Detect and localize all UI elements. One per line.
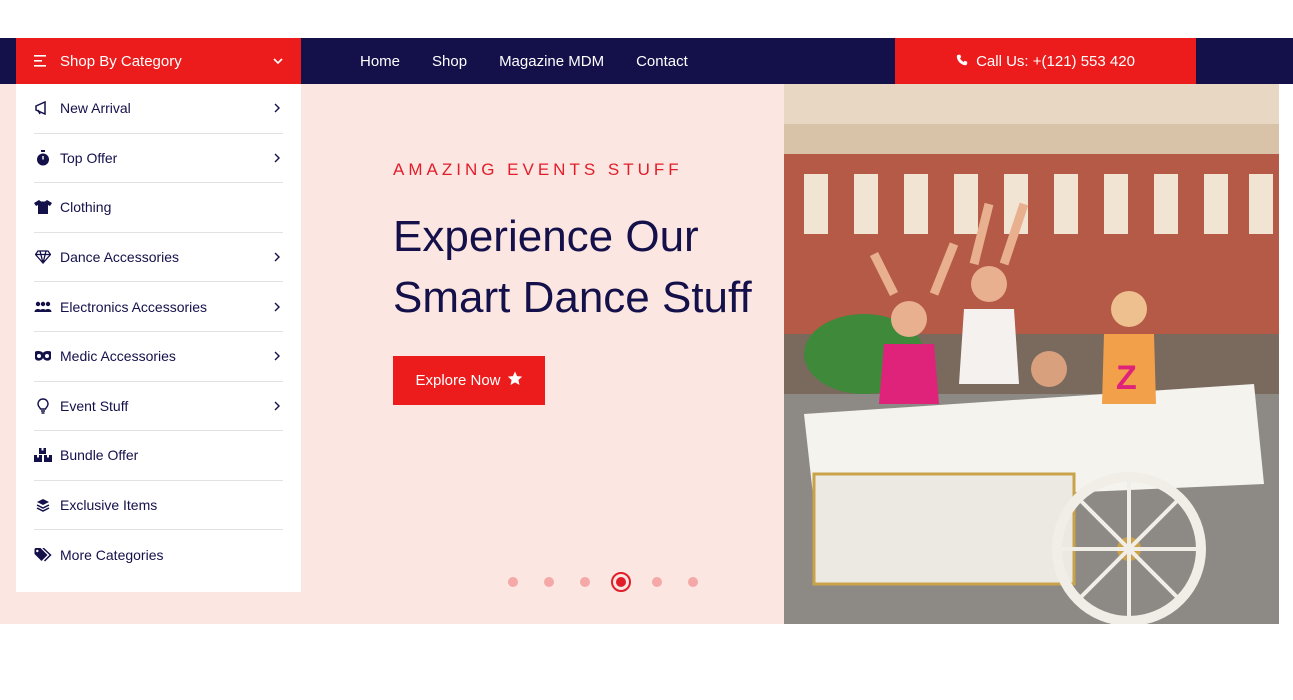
slider-dot-1[interactable]: [508, 577, 518, 587]
phone-icon: [956, 53, 968, 70]
hero-eyebrow: AMAZING EVENTS STUFF: [393, 160, 683, 179]
svg-text:Z: Z: [1116, 359, 1137, 397]
category-label: Top Offer: [60, 149, 118, 166]
tags-icon: [34, 546, 52, 564]
call-us-label: Call Us: +(121) 553 420: [976, 52, 1135, 70]
chevron-right-icon: [271, 152, 283, 164]
slider-dot-5[interactable]: [652, 577, 662, 587]
chevron-right-icon: [271, 400, 283, 412]
category-item-medic-accessories[interactable]: Medic Accessories: [34, 332, 283, 382]
explore-now-button[interactable]: Explore Now: [393, 356, 545, 405]
category-item-new-arrival[interactable]: New Arrival: [34, 84, 283, 134]
chevron-right-icon: [271, 102, 283, 114]
nav-link-contact[interactable]: Contact: [636, 53, 688, 70]
shop-by-category-toggle[interactable]: Shop By Category: [16, 38, 301, 84]
mask-icon: [34, 347, 52, 365]
nav-link-home[interactable]: Home: [360, 53, 400, 70]
users-icon: [34, 298, 52, 316]
category-item-electronics-accessories[interactable]: Electronics Accessories: [34, 282, 283, 332]
category-item-dance-accessories[interactable]: Dance Accessories: [34, 233, 283, 283]
star-icon: [507, 371, 523, 390]
lightbulb-icon: [34, 397, 52, 415]
category-item-event-stuff[interactable]: Event Stuff: [34, 382, 283, 432]
slider-pagination: [508, 572, 698, 592]
nav-link-magazine[interactable]: Magazine MDM: [499, 53, 604, 70]
page: Shop By Category Home Shop Magazine MDM …: [0, 0, 1293, 700]
category-menu: New Arrival Top Offer Clothing Dance Acc…: [16, 84, 301, 592]
chevron-right-icon: [271, 251, 283, 263]
stopwatch-icon: [34, 149, 52, 167]
category-label: More Categories: [60, 547, 164, 564]
primary-nav: Home Shop Magazine MDM Contact: [360, 38, 688, 84]
category-label: Medic Accessories: [60, 348, 176, 365]
hero-image: Z: [784, 84, 1279, 624]
explore-now-label: Explore Now: [415, 372, 501, 389]
category-label: New Arrival: [60, 100, 131, 117]
category-label: Dance Accessories: [60, 249, 180, 266]
category-label: Exclusive Items: [60, 497, 158, 514]
megaphone-icon: [34, 99, 52, 117]
slider-dot-6[interactable]: [688, 577, 698, 587]
menu-icon: [34, 55, 48, 67]
category-item-exclusive-items[interactable]: Exclusive Items: [34, 481, 283, 531]
category-label: Clothing: [60, 199, 112, 216]
category-label: Event Stuff: [60, 397, 129, 414]
hero-headline: Experience Our Smart Dance Stuff: [393, 212, 752, 322]
call-us-button[interactable]: Call Us: +(121) 553 420: [895, 38, 1196, 84]
chevron-right-icon: [271, 301, 283, 313]
category-item-more-categories[interactable]: More Categories: [34, 530, 283, 580]
diamond-icon: [34, 248, 52, 266]
nav-link-shop[interactable]: Shop: [432, 53, 467, 70]
boxes-icon: [34, 446, 52, 464]
category-label: Bundle Offer: [60, 447, 139, 464]
category-item-clothing[interactable]: Clothing: [34, 183, 283, 233]
chevron-down-icon: [273, 58, 283, 64]
shop-by-category-label: Shop By Category: [60, 52, 182, 70]
layers-icon: [34, 496, 52, 514]
chevron-right-icon: [271, 350, 283, 362]
category-item-bundle-offer[interactable]: Bundle Offer: [34, 431, 283, 481]
slider-dot-3[interactable]: [580, 577, 590, 587]
slider-dot-2[interactable]: [544, 577, 554, 587]
tshirt-icon: [34, 198, 52, 216]
slider-dot-4-active[interactable]: [611, 572, 631, 592]
category-label: Electronics Accessories: [60, 298, 208, 315]
category-item-top-offer[interactable]: Top Offer: [34, 134, 283, 184]
